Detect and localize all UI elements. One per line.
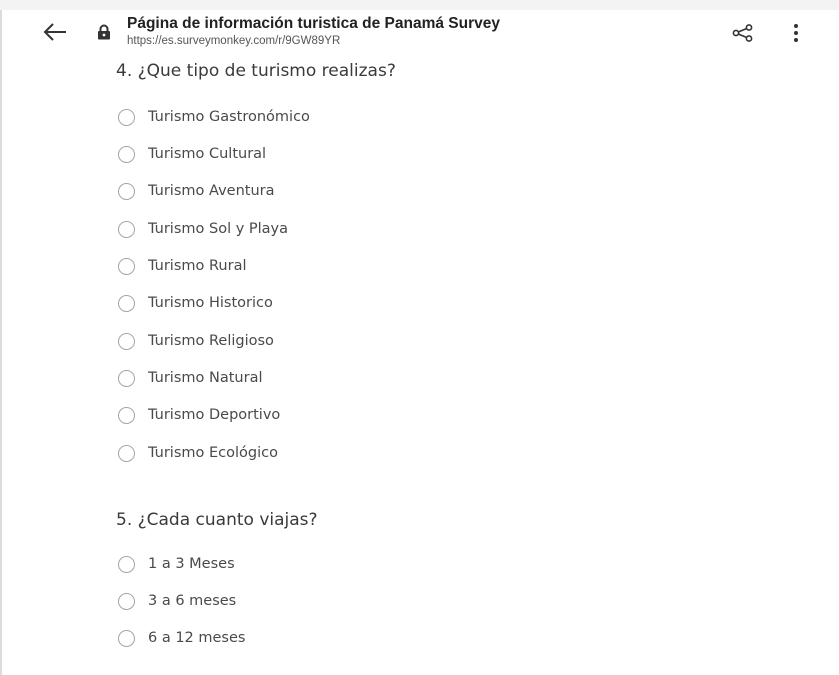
back-button[interactable] <box>42 22 68 42</box>
radio-button[interactable] <box>118 406 135 424</box>
share-icon <box>732 24 753 42</box>
option-q4-3[interactable]: Turismo Aventura <box>118 180 274 202</box>
option-q4-8[interactable]: Turismo Natural <box>118 367 262 389</box>
option-label: Turismo Rural <box>148 258 247 274</box>
option-label: Turismo Ecológico <box>148 445 278 461</box>
radio-button[interactable] <box>118 592 135 610</box>
option-q4-10[interactable]: Turismo Ecológico <box>118 442 278 464</box>
radio-button[interactable] <box>118 145 135 163</box>
radio-button[interactable] <box>118 220 135 238</box>
option-label: Turismo Religioso <box>148 333 274 349</box>
option-q5-2[interactable]: 3 a 6 meses <box>118 590 236 612</box>
arrow-left-icon <box>43 23 66 41</box>
radio-button[interactable] <box>118 332 135 350</box>
option-q4-1[interactable]: Turismo Gastronómico <box>118 106 310 128</box>
option-label: Turismo Cultural <box>148 146 267 162</box>
option-label: Turismo Sol y Playa <box>148 221 289 237</box>
radio-button[interactable] <box>118 629 135 647</box>
status-strip <box>0 0 839 10</box>
survey-page: Página de información turistica de Panam… <box>0 0 839 675</box>
radio-button[interactable] <box>118 369 135 387</box>
more-vert-icon <box>794 24 798 42</box>
lock-icon <box>97 24 111 40</box>
option-q4-5[interactable]: Turismo Rural <box>118 255 246 277</box>
option-label: Turismo Aventura <box>148 183 275 199</box>
option-label: 3 a 6 meses <box>148 593 237 609</box>
option-q5-3[interactable]: 6 a 12 meses <box>118 627 245 649</box>
page-title: Página de información turistica de Panam… <box>127 15 500 32</box>
option-q4-6[interactable]: Turismo Historico <box>118 292 273 314</box>
option-q4-9[interactable]: Turismo Deportivo <box>118 404 280 426</box>
option-q5-1[interactable]: 1 a 3 Meses <box>118 553 235 575</box>
menu-button[interactable] <box>790 22 802 44</box>
option-q4-2[interactable]: Turismo Cultural <box>118 143 266 165</box>
option-label: 6 a 12 meses <box>148 630 246 646</box>
option-label: Turismo Historico <box>148 295 273 311</box>
option-label: Turismo Natural <box>148 370 263 386</box>
radio-button[interactable] <box>118 108 135 126</box>
option-label: Turismo Gastronómico <box>148 109 310 125</box>
radio-button[interactable] <box>118 555 135 573</box>
option-label: 1 a 3 Meses <box>148 556 235 572</box>
option-q4-4[interactable]: Turismo Sol y Playa <box>118 218 288 240</box>
radio-button[interactable] <box>118 182 135 200</box>
page-url: https://es.surveymonkey.com/r/9GW89YR <box>127 35 341 47</box>
left-edge <box>0 10 2 675</box>
browser-toolbar: Página de información turistica de Panam… <box>2 10 839 54</box>
option-q4-7[interactable]: Turismo Religioso <box>118 330 274 352</box>
radio-button[interactable] <box>118 257 135 275</box>
question-4-title: 4. ¿Que tipo de turismo realizas? <box>116 61 396 81</box>
radio-button[interactable] <box>118 294 135 312</box>
option-label: Turismo Deportivo <box>148 407 281 423</box>
question-5-title: 5. ¿Cada cuanto viajas? <box>116 510 318 530</box>
share-button[interactable] <box>732 24 754 42</box>
radio-button[interactable] <box>118 444 135 462</box>
